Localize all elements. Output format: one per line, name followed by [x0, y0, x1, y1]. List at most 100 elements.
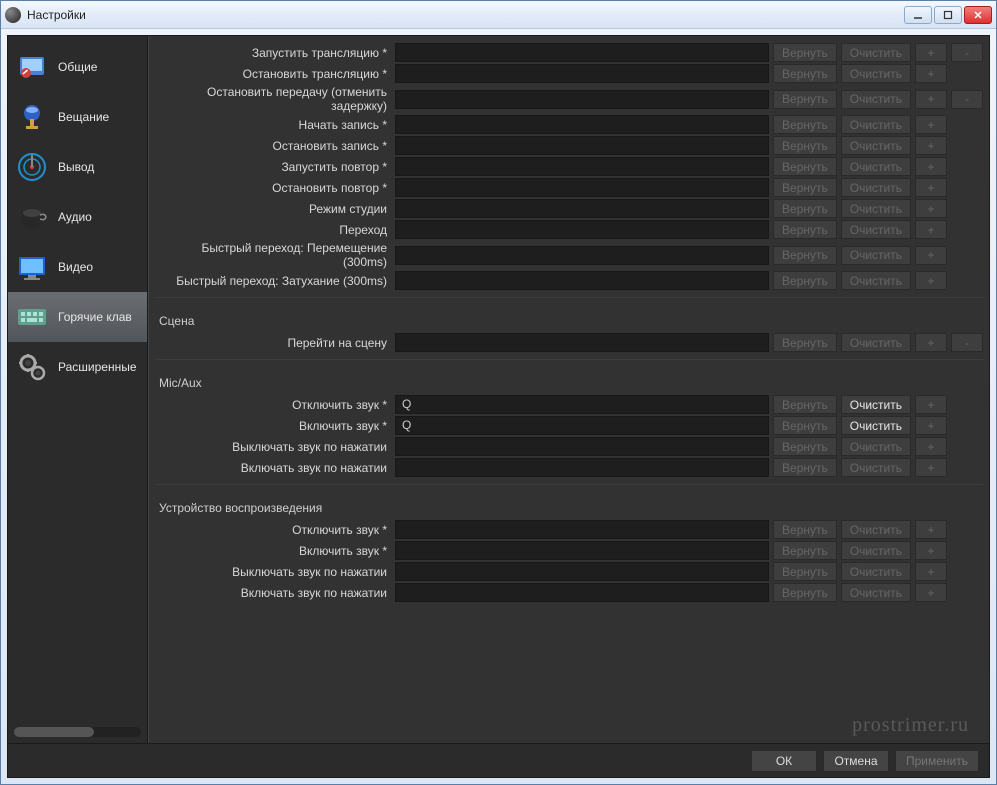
hotkey-input[interactable] [395, 437, 769, 456]
plus-button[interactable]: + [915, 115, 947, 134]
clear-button[interactable]: Очистить [841, 90, 911, 109]
plus-button[interactable]: + [915, 541, 947, 560]
minimize-button[interactable] [904, 6, 932, 24]
clear-button[interactable]: Очистить [841, 541, 911, 560]
clear-button[interactable]: Очистить [841, 43, 911, 62]
maximize-button[interactable] [934, 6, 962, 24]
clear-button[interactable]: Очистить [841, 157, 911, 176]
hotkey-input[interactable] [395, 246, 769, 265]
revert-button[interactable]: Вернуть [773, 416, 837, 435]
revert-button[interactable]: Вернуть [773, 136, 837, 155]
plus-button[interactable]: + [915, 458, 947, 477]
hotkey-input[interactable]: Q [395, 395, 769, 414]
sidebar-item-advanced[interactable]: Расширенные [8, 342, 147, 392]
sidebar-scrollbar[interactable] [14, 727, 141, 737]
sidebar-item-stream[interactable]: Вещание [8, 92, 147, 142]
clear-button[interactable]: Очистить [841, 520, 911, 539]
clear-button[interactable]: Очистить [841, 115, 911, 134]
revert-button[interactable]: Вернуть [773, 157, 837, 176]
revert-button[interactable]: Вернуть [773, 520, 837, 539]
clear-button[interactable]: Очистить [841, 562, 911, 581]
clear-button[interactable]: Очистить [841, 395, 911, 414]
sidebar-item-video[interactable]: Видео [8, 242, 147, 292]
hotkey-input[interactable] [395, 64, 769, 83]
hotkey-input[interactable] [395, 220, 769, 239]
hotkey-input[interactable] [395, 43, 769, 62]
ok-button[interactable]: ОК [751, 750, 817, 772]
revert-button[interactable]: Вернуть [773, 199, 837, 218]
clear-button[interactable]: Очистить [841, 458, 911, 477]
plus-button[interactable]: + [915, 395, 947, 414]
plus-button[interactable]: + [915, 199, 947, 218]
revert-button[interactable]: Вернуть [773, 583, 837, 602]
sidebar-item-output[interactable]: Вывод [8, 142, 147, 192]
hotkey-input[interactable] [395, 458, 769, 477]
sidebar-item-general[interactable]: Общие [8, 42, 147, 92]
revert-button[interactable]: Вернуть [773, 333, 837, 352]
clear-button[interactable]: Очистить [841, 246, 911, 265]
plus-button[interactable]: + [915, 562, 947, 581]
clear-button[interactable]: Очистить [841, 416, 911, 435]
hotkey-input[interactable] [395, 520, 769, 539]
hotkey-input[interactable] [395, 271, 769, 290]
revert-button[interactable]: Вернуть [773, 115, 837, 134]
revert-button[interactable]: Вернуть [773, 271, 837, 290]
apply-button[interactable]: Применить [895, 750, 979, 772]
hotkey-input[interactable] [395, 178, 769, 197]
minus-button[interactable]: - [951, 43, 983, 62]
hotkey-input[interactable] [395, 199, 769, 218]
plus-button[interactable]: + [915, 178, 947, 197]
revert-button[interactable]: Вернуть [773, 437, 837, 456]
advanced-icon [14, 349, 50, 385]
revert-button[interactable]: Вернуть [773, 541, 837, 560]
plus-button[interactable]: + [915, 416, 947, 435]
minus-button[interactable]: - [951, 90, 983, 109]
hotkey-input[interactable]: Q [395, 416, 769, 435]
clear-button[interactable]: Очистить [841, 271, 911, 290]
clear-button[interactable]: Очистить [841, 583, 911, 602]
cancel-button[interactable]: Отмена [823, 750, 889, 772]
revert-button[interactable]: Вернуть [773, 178, 837, 197]
plus-button[interactable]: + [915, 64, 947, 83]
hotkey-input[interactable] [395, 90, 769, 109]
sidebar-item-audio[interactable]: Аудио [8, 192, 147, 242]
plus-button[interactable]: + [915, 520, 947, 539]
revert-button[interactable]: Вернуть [773, 64, 837, 83]
revert-button[interactable]: Вернуть [773, 562, 837, 581]
sidebar-item-hotkeys[interactable]: Горячие клав [8, 292, 147, 342]
plus-button[interactable]: + [915, 271, 947, 290]
revert-button[interactable]: Вернуть [773, 395, 837, 414]
clear-button[interactable]: Очистить [841, 136, 911, 155]
revert-button[interactable]: Вернуть [773, 246, 837, 265]
clear-button[interactable]: Очистить [841, 220, 911, 239]
clear-button[interactable]: Очистить [841, 64, 911, 83]
plus-button[interactable]: + [915, 157, 947, 176]
close-button[interactable] [964, 6, 992, 24]
revert-button[interactable]: Вернуть [773, 43, 837, 62]
hotkey-input[interactable] [395, 541, 769, 560]
plus-button[interactable]: + [915, 136, 947, 155]
clear-button[interactable]: Очистить [841, 199, 911, 218]
hotkey-input[interactable] [395, 157, 769, 176]
minus-button[interactable]: - [951, 333, 983, 352]
plus-button[interactable]: + [915, 437, 947, 456]
revert-button[interactable]: Вернуть [773, 90, 837, 109]
plus-button[interactable]: + [915, 220, 947, 239]
plus-button[interactable]: + [915, 333, 947, 352]
hotkey-input[interactable] [395, 136, 769, 155]
clear-button[interactable]: Очистить [841, 437, 911, 456]
clear-button[interactable]: Очистить [841, 178, 911, 197]
revert-button[interactable]: Вернуть [773, 458, 837, 477]
plus-button[interactable]: + [915, 583, 947, 602]
hotkey-label: Выключать звук по нажатии [155, 565, 391, 579]
hotkey-input[interactable] [395, 333, 769, 352]
plus-button[interactable]: + [915, 246, 947, 265]
clear-button[interactable]: Очистить [841, 333, 911, 352]
hotkey-input[interactable] [395, 115, 769, 134]
plus-button[interactable]: + [915, 43, 947, 62]
section-title: Mic/Aux [149, 366, 989, 394]
plus-button[interactable]: + [915, 90, 947, 109]
revert-button[interactable]: Вернуть [773, 220, 837, 239]
hotkey-input[interactable] [395, 583, 769, 602]
hotkey-input[interactable] [395, 562, 769, 581]
